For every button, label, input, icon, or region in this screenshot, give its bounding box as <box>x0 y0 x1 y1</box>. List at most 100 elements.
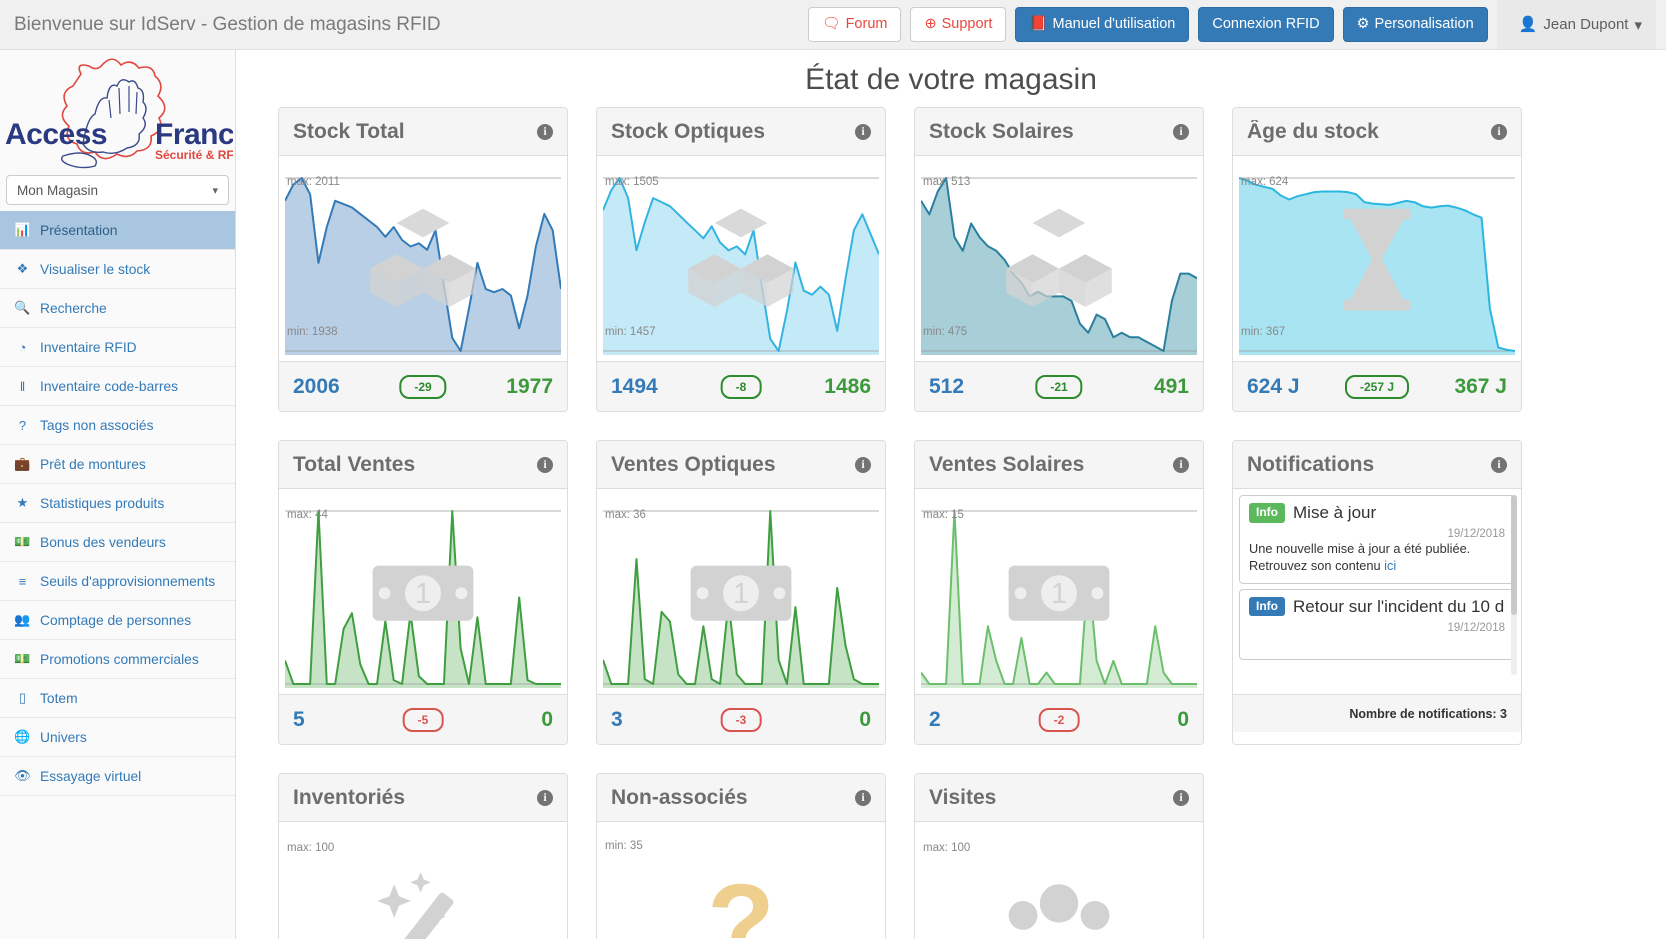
search-icon: 🔍 <box>14 300 31 315</box>
delta-badge: -8 <box>720 374 762 399</box>
info-icon[interactable]: i <box>1173 456 1189 473</box>
card-header: Stock Optiques i <box>597 108 885 156</box>
topbar-button-personalisation[interactable]: ⚙ Personalisation <box>1342 7 1488 42</box>
user-name: Jean Dupont <box>1543 16 1629 33</box>
chart-bar-icon: 📊 <box>14 222 31 237</box>
svg-text:Sécurité & RFID: Sécurité & RFID <box>155 148 233 162</box>
card-title: Âge du stock <box>1247 119 1379 143</box>
value-end: 0 <box>541 707 553 731</box>
chevron-down-icon: ▾ <box>1634 16 1642 34</box>
delta-badge: -3 <box>720 707 762 732</box>
scrollbar-thumb[interactable] <box>1511 495 1517 615</box>
topbar-actions: 🗨 Forum ⊕ Support 📕 Manuel d'utilisation Conne… <box>808 0 1666 49</box>
page-title: État de votre magasin <box>805 63 1097 96</box>
sidebar: Access France Sécurité & RFID Mon Magasi… <box>0 50 236 939</box>
question-icon: ? <box>18 417 27 433</box>
info-icon[interactable]: i <box>1173 123 1189 140</box>
topbar-button-label: Manuel d'utilisation <box>1052 16 1176 33</box>
topbar-button-connexion-rfid[interactable]: Connexion RFID <box>1198 7 1334 42</box>
notification-item[interactable]: Info Mise à jour 19/12/2018 Une nouvelle mi… <box>1239 495 1515 584</box>
card-title: Non-associés <box>611 785 748 809</box>
notification-link[interactable]: ici <box>1384 558 1396 573</box>
card-footer: 1494 -8 1486 <box>597 361 885 411</box>
sidebar-item-totem[interactable]: ▯ Totem <box>0 679 235 718</box>
topbar-button-support[interactable]: ⊕ Support <box>910 7 1007 42</box>
eye-icon: 👁 <box>14 768 31 783</box>
chevron-down-icon: ▾ <box>212 184 218 197</box>
sidebar-item-label: Promotions commerciales <box>40 651 199 667</box>
card-age-du-stock: Âge du stock i max: 624 min: 367 624 J -257 J… <box>1232 107 1522 412</box>
card-header: Âge du stock i <box>1233 108 1521 156</box>
card-notifications: Notifications i Info Mise à jour 19/12/2018 U… <box>1232 440 1522 745</box>
notification-title: Retour sur l'incident du 10 d <box>1293 596 1505 616</box>
sidebar-item-bonus-des-vendeurs[interactable]: 💵 Bonus des vendeurs <box>0 523 235 562</box>
sidebar-item-comptage-de-personnes[interactable]: 👥 Comptage de personnes <box>0 601 235 640</box>
notifications-scrollbar[interactable] <box>1511 495 1517 675</box>
svg-text:Access: Access <box>5 118 107 151</box>
info-icon[interactable]: i <box>1491 456 1507 473</box>
sidebar-item-label: Seuils d'approvisionnements <box>40 573 216 589</box>
barcode-icon: ‖ <box>19 378 26 394</box>
sliders-icon: ≡ <box>18 573 27 589</box>
notification-text: Une nouvelle mise à jour a été publiée. … <box>1249 540 1505 575</box>
sidebar-item-inventaire-code-barres[interactable]: ‖ Inventaire code-barres <box>0 367 235 406</box>
topbar-button-label: Connexion RFID <box>1212 16 1320 33</box>
notification-item[interactable]: Info Retour sur l'incident du 10 d 19/12/2… <box>1239 588 1515 660</box>
value-end: 1486 <box>824 374 871 398</box>
value-start: 3 <box>611 707 623 731</box>
card-header: Non-associés i <box>597 774 885 822</box>
sidebar-item-seuils-d-approvisionnements[interactable]: ≡ Seuils d'approvisionnements <box>0 562 235 601</box>
value-end: 367 J <box>1454 374 1507 398</box>
sidebar-item-inventaire-rfid[interactable]: ◔ Inventaire RFID <box>0 328 235 367</box>
value-end: 0 <box>859 707 871 731</box>
sidebar-item-visualiser-le-stock[interactable]: ❖ Visualiser le stock <box>0 250 235 289</box>
cubes-icon: ❖ <box>16 261 29 276</box>
sidebar-item-label: Inventaire code-barres <box>40 378 179 394</box>
card-ventes-solaires: Ventes Solaires i 1 max: 15 2 -2 0 <box>914 440 1204 745</box>
card-footer: 5 -5 0 <box>279 694 567 744</box>
notifications-list: Info Mise à jour 19/12/2018 Une nouvelle mi… <box>1233 489 1521 694</box>
value-start: 512 <box>929 374 965 398</box>
money-icon: 💵 <box>14 651 31 666</box>
logo: Access France Sécurité & RFID <box>0 50 235 175</box>
briefcase-icon: 💼 <box>14 456 31 471</box>
users-icon: 👥 <box>14 612 31 627</box>
sidebar-item-essayage-virtuel[interactable]: 👁 Essayage virtuel <box>0 757 235 796</box>
info-icon[interactable]: i <box>1173 789 1189 806</box>
sidebar-item-pr-t-de-montures[interactable]: 💼 Prêt de montures <box>0 445 235 484</box>
value-end: 0 <box>1177 707 1189 731</box>
card-sparkline: ? min: 35 <box>597 822 885 939</box>
topbar-button-label: Support <box>941 16 993 33</box>
sidebar-item-label: Comptage de personnes <box>40 612 192 628</box>
info-icon[interactable]: i <box>855 789 871 806</box>
card-stock-optiques: Stock Optiques i max: 1505 min: 1457 1494 -8 1… <box>596 107 886 412</box>
info-icon[interactable]: i <box>537 789 553 806</box>
user-menu[interactable]: 👤 Jean Dupont ▾ <box>1496 0 1656 49</box>
sparkline-chart <box>285 497 561 688</box>
topbar-button-forum[interactable]: 🗨 Forum <box>808 7 902 42</box>
topbar-button-manuel-d-utilisation[interactable]: 📕 Manuel d'utilisation <box>1015 7 1190 42</box>
card-title: Stock Total <box>293 119 405 143</box>
info-icon[interactable]: i <box>537 123 553 140</box>
sparkline-chart <box>921 164 1197 355</box>
sidebar-item-statistiques-produits[interactable]: ★ Statistiques produits <box>0 484 235 523</box>
sidebar-item-tags-non-associ-s[interactable]: ? Tags non associés <box>0 406 235 445</box>
card-footer: 624 J -257 J 367 J <box>1233 361 1521 411</box>
sidebar-item-recherche[interactable]: 🔍 Recherche <box>0 289 235 328</box>
sidebar-item-label: Recherche <box>40 300 107 316</box>
sidebar-item-label: Prêt de montures <box>40 456 146 472</box>
sparkline-chart <box>1239 164 1515 355</box>
card-title: Visites <box>929 785 997 809</box>
info-icon[interactable]: i <box>855 456 871 473</box>
sidebar-item-label: Bonus des vendeurs <box>40 534 166 550</box>
info-icon[interactable]: i <box>1491 123 1507 140</box>
sidebar-item-pr-sentation[interactable]: 📊 Présentation <box>0 211 235 250</box>
sidebar-item-promotions-commerciales[interactable]: 💵 Promotions commerciales <box>0 640 235 679</box>
info-icon[interactable]: i <box>537 456 553 473</box>
notification-title: Mise à jour <box>1293 503 1377 522</box>
card-stock-total: Stock Total i max: 2011 min: 1938 2006 -29 197… <box>278 107 568 412</box>
card-title: Stock Optiques <box>611 119 766 143</box>
store-select[interactable]: Mon Magasin ▾ <box>6 175 229 205</box>
sidebar-item-univers[interactable]: 🌐 Univers <box>0 718 235 757</box>
info-icon[interactable]: i <box>855 123 871 140</box>
